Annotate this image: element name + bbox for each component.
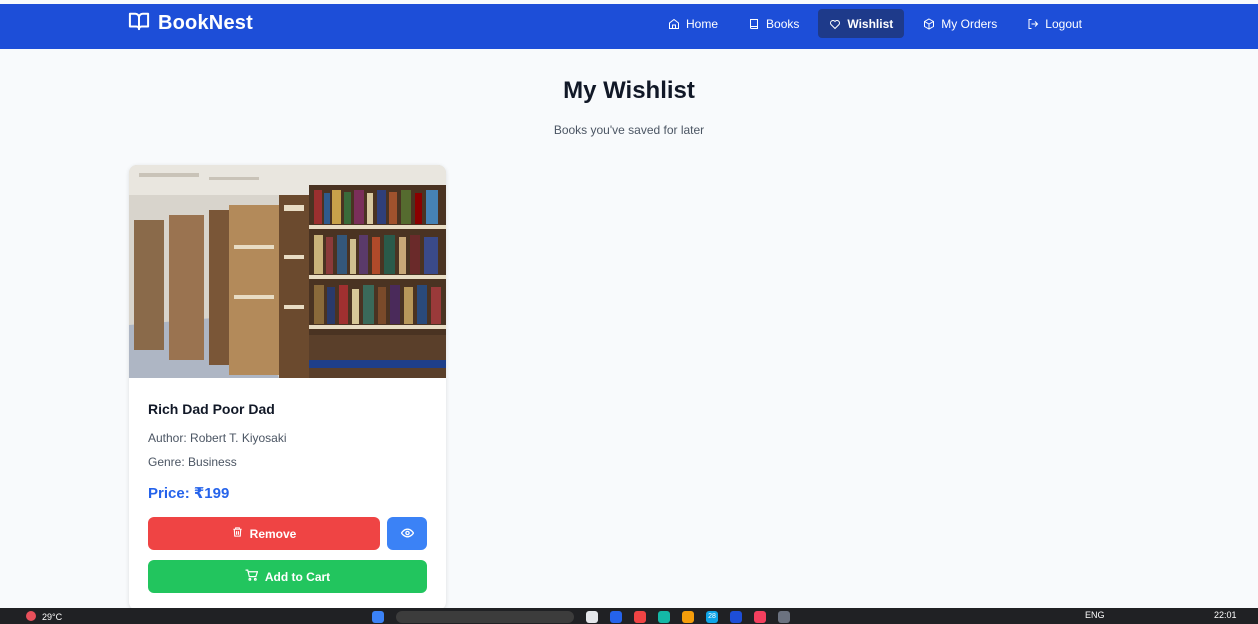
book-cover-image <box>129 165 446 378</box>
nav-home[interactable]: Home <box>657 9 729 38</box>
wishlist-card: Rich Dad Poor Dad Author: Robert T. Kiyo… <box>129 165 446 610</box>
home-icon <box>668 18 680 30</box>
page-title: My Wishlist <box>563 77 695 104</box>
cart-icon <box>245 569 259 584</box>
book-genre: Genre: Business <box>148 455 237 469</box>
heart-icon <box>829 18 841 30</box>
nav-wishlist[interactable]: Wishlist <box>818 9 905 38</box>
chrome-icon[interactable] <box>634 611 646 623</box>
folder-icon[interactable] <box>682 611 694 623</box>
nav-logout-label: Logout <box>1045 16 1082 31</box>
view-button[interactable] <box>387 517 427 550</box>
app-icon[interactable]: 28 <box>706 611 718 623</box>
book-icon <box>748 18 760 30</box>
terminal-icon[interactable] <box>778 611 790 623</box>
media-icon[interactable] <box>754 611 766 623</box>
navbar: BookNest Home Books Wishlist My Orders L… <box>0 4 1258 49</box>
nav-logout[interactable]: Logout <box>1016 9 1093 38</box>
weather-temp: 29°C <box>42 612 63 622</box>
browser-icon[interactable] <box>658 611 670 623</box>
add-to-cart-label: Add to Cart <box>264 569 331 584</box>
brand[interactable]: BookNest <box>128 11 253 36</box>
taskbar-search[interactable] <box>396 611 574 623</box>
os-taskbar: 29°C 28 ENG 22:01 <box>0 608 1258 624</box>
store-icon[interactable] <box>730 611 742 623</box>
logout-icon <box>1027 18 1039 30</box>
book-author: Author: Robert T. Kiyosaki <box>148 431 287 445</box>
trash-icon <box>232 526 243 541</box>
clock[interactable]: 22:01 <box>1214 610 1237 620</box>
language-indicator[interactable]: ENG <box>1085 610 1105 620</box>
nav-orders[interactable]: My Orders <box>912 9 1008 38</box>
book-title: Rich Dad Poor Dad <box>148 401 275 417</box>
nav-books[interactable]: Books <box>737 9 810 38</box>
windows-start-icon[interactable] <box>372 611 384 623</box>
brand-title: BookNest <box>158 12 253 34</box>
eye-icon <box>400 527 414 541</box>
weather-icon <box>24 611 38 623</box>
book-open-icon <box>128 11 150 36</box>
remove-label: Remove <box>249 526 297 541</box>
page-subtitle: Books you've saved for later <box>553 123 705 137</box>
task-view-icon[interactable] <box>586 611 598 623</box>
taskbar-weather[interactable]: 29°C <box>24 611 62 623</box>
remove-button[interactable]: Remove <box>148 517 380 550</box>
nav-orders-label: My Orders <box>941 16 998 31</box>
book-price: Price: ₹199 <box>148 485 230 502</box>
main-nav: Home Books Wishlist My Orders Logout <box>657 9 1101 38</box>
taskbar-apps: 28 <box>372 611 790 623</box>
nav-books-label: Books <box>766 16 800 31</box>
nav-home-label: Home <box>686 16 719 31</box>
package-icon <box>923 17 935 30</box>
add-to-cart-button[interactable]: Add to Cart <box>148 560 427 593</box>
edge-icon[interactable] <box>610 611 622 623</box>
nav-wishlist-label: Wishlist <box>847 16 894 31</box>
